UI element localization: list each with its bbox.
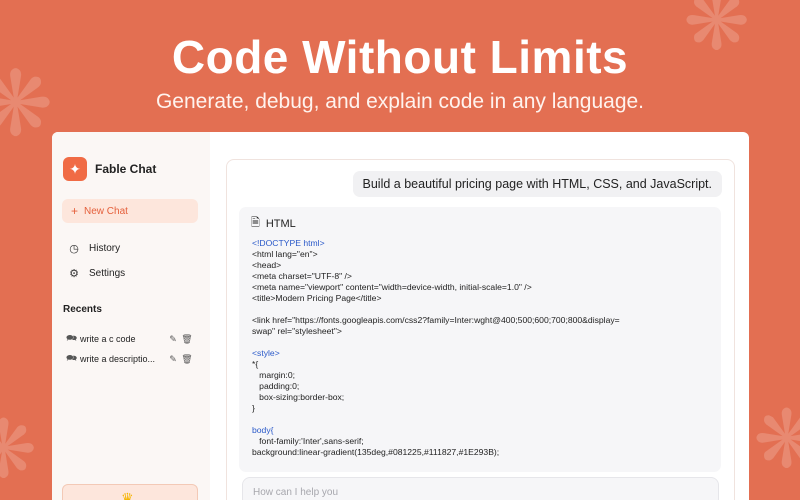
code-line: box-sizing:border-box;	[252, 392, 345, 402]
edit-icon[interactable]: ✎	[166, 354, 180, 365]
code-line: <!DOCTYPE html>	[252, 238, 325, 248]
crown-icon: ♛	[121, 490, 134, 500]
new-chat-label: New Chat	[84, 205, 128, 217]
recent-chat-item[interactable]: 🗪 write a c code ✎ 🗑	[66, 331, 196, 347]
code-line: <head>	[252, 260, 282, 270]
code-line: <meta charset="UTF-8" />	[252, 271, 352, 281]
chat-bubble-icon: 🗪	[66, 353, 78, 363]
clock-icon: ◷	[69, 243, 79, 255]
code-line: *{	[252, 359, 259, 369]
code-line: body{	[252, 425, 274, 435]
trash-icon[interactable]: 🗑	[180, 334, 194, 345]
code-line: <link href="https://fonts.googleapis.com…	[252, 315, 620, 325]
code-line: swap" rel="stylesheet">	[252, 326, 342, 336]
sidebar: ✦ Fable Chat + New Chat ◷ History ⚙ Sett…	[52, 132, 210, 500]
recents-heading: Recents	[63, 304, 102, 315]
brand-name: Fable Chat	[95, 162, 157, 176]
chat-panel: Build a beautiful pricing page with HTML…	[226, 159, 735, 500]
recent-chat-label: write a descriptio...	[80, 354, 156, 364]
code-line: padding:0;	[252, 381, 300, 391]
flower-decoration-icon: ❋	[0, 405, 38, 494]
sidebar-item-settings[interactable]: ⚙ Settings	[68, 267, 125, 280]
hero-subtitle: Generate, debug, and explain code in any…	[155, 90, 645, 113]
code-line: <title>Modern Pricing Page</title>	[252, 293, 382, 303]
recent-chat-label: write a c code	[80, 334, 136, 344]
plus-icon: +	[71, 204, 79, 218]
trash-icon[interactable]: 🗑	[180, 354, 194, 365]
gear-icon: ⚙	[69, 268, 79, 280]
hero-title: Code Without Limits	[171, 31, 629, 83]
sidebar-item-label: History	[89, 243, 121, 254]
code-line: <html lang="en">	[252, 249, 318, 259]
chat-input[interactable]	[242, 477, 719, 500]
brand: ✦ Fable Chat	[63, 157, 156, 181]
sparkle-icon: ✦	[63, 157, 87, 181]
recent-chat-item[interactable]: 🗪 write a descriptio... ✎ 🗑	[66, 351, 196, 367]
code-line: margin:0;	[252, 370, 295, 380]
app-window: ✦ Fable Chat + New Chat ◷ History ⚙ Sett…	[52, 132, 749, 500]
code-line: background:linear-gradient(135deg,#08122…	[252, 447, 500, 457]
upgrade-card[interactable]: ♛	[62, 484, 198, 500]
code-line: <style>	[252, 348, 280, 358]
code-language-label: HTML	[265, 217, 296, 230]
code-line: <meta name="viewport" content="width=dev…	[252, 282, 532, 292]
new-chat-button[interactable]: + New Chat	[62, 199, 198, 223]
code-block-header: 🗎 HTML	[251, 214, 296, 233]
file-code-icon: 🗎	[251, 217, 260, 229]
sidebar-item-label: Settings	[89, 268, 126, 279]
chat-bubble-icon: 🗪	[66, 333, 78, 343]
code-line: font-family:'Inter',sans-serif;	[252, 436, 364, 446]
flower-decoration-icon: ❋	[752, 395, 800, 484]
edit-icon[interactable]: ✎	[166, 334, 180, 345]
code-line: }	[252, 403, 255, 413]
code-content: <!DOCTYPE html> <html lang="en"> <head> …	[252, 238, 714, 458]
user-message: Build a beautiful pricing page with HTML…	[352, 171, 722, 197]
sidebar-item-history[interactable]: ◷ History	[68, 242, 120, 255]
code-block: 🗎 HTML <!DOCTYPE html> <html lang="en"> …	[239, 207, 721, 472]
